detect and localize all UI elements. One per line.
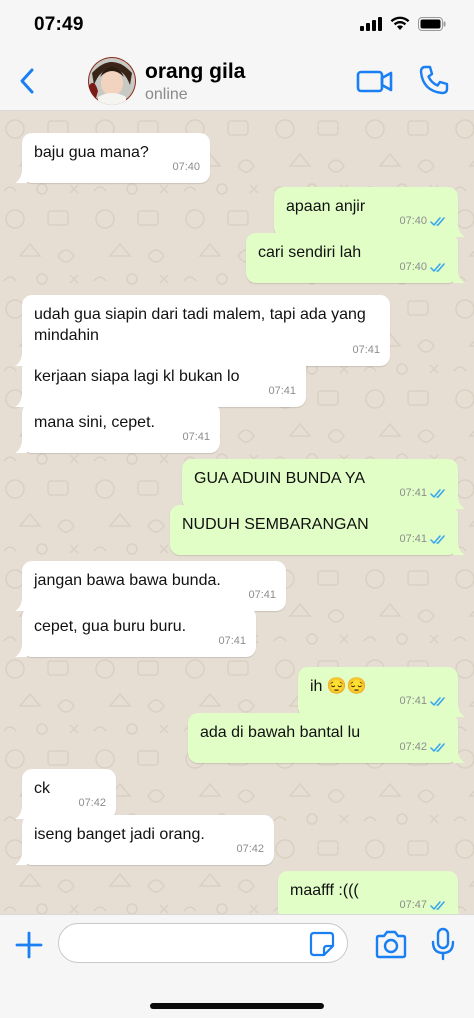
status-time: 07:49 bbox=[34, 14, 84, 35]
message-text: cari sendiri lah bbox=[258, 244, 362, 261]
bubble-tail bbox=[453, 541, 465, 555]
read-receipt-icon bbox=[430, 743, 445, 752]
phone-call-icon[interactable] bbox=[418, 64, 450, 96]
message-text: apaan anjir bbox=[286, 198, 366, 215]
message-text: iseng banget jadi orang. bbox=[34, 826, 205, 843]
message-text: jangan bawa bawa bunda. bbox=[34, 572, 221, 589]
microphone-icon[interactable] bbox=[430, 927, 456, 961]
message-time: 07:41 bbox=[268, 385, 296, 397]
message-time: 07:42 bbox=[399, 741, 427, 753]
message-time: 07:47 bbox=[399, 899, 427, 911]
bubble-tail bbox=[15, 169, 27, 183]
message-time: 07:41 bbox=[218, 635, 246, 647]
message-meta: 07:40 bbox=[172, 157, 200, 178]
read-receipt-icon bbox=[430, 697, 445, 706]
incoming-message-bubble[interactable]: jangan bawa bawa bunda. 07:41 bbox=[15, 561, 286, 611]
message-meta: 07:42 bbox=[236, 839, 264, 860]
read-receipt-icon bbox=[430, 535, 445, 544]
incoming-message-bubble[interactable]: iseng banget jadi orang. 07:42 bbox=[15, 815, 274, 865]
bubble-tail bbox=[453, 749, 465, 763]
message-text: GUA ADUIN BUNDA YA bbox=[194, 470, 366, 487]
plus-icon[interactable] bbox=[14, 930, 44, 960]
message-meta: 07:41 bbox=[218, 631, 246, 652]
read-receipt-icon bbox=[430, 263, 445, 272]
message-meta: 07:41 bbox=[399, 483, 448, 504]
chat-header: orang gila online bbox=[0, 52, 474, 111]
outgoing-message-bubble[interactable]: cari sendiri lah 07:40 bbox=[246, 233, 465, 283]
message-text: maafff :((( bbox=[290, 882, 359, 899]
bubble-tail bbox=[15, 851, 27, 865]
message-text: ih 😔😔 bbox=[310, 678, 367, 695]
incoming-message-bubble[interactable]: udah gua siapin dari tadi malem, tapi ad… bbox=[15, 295, 390, 366]
message-time: 07:40 bbox=[399, 261, 427, 273]
message-meta: 07:41 bbox=[268, 381, 296, 402]
message-meta: 07:41 bbox=[248, 585, 276, 606]
sticker-icon[interactable] bbox=[309, 931, 335, 957]
message-time: 07:41 bbox=[352, 344, 380, 356]
video-call-icon[interactable] bbox=[356, 66, 394, 96]
message-time: 07:40 bbox=[399, 215, 427, 227]
camera-icon[interactable] bbox=[374, 930, 408, 960]
cellular-signal-icon bbox=[360, 16, 382, 31]
incoming-message-bubble[interactable]: cepet, gua buru buru. 07:41 bbox=[15, 607, 256, 657]
message-time: 07:42 bbox=[236, 843, 264, 855]
read-receipt-icon bbox=[430, 217, 445, 226]
message-meta: 07:41 bbox=[399, 529, 448, 550]
message-meta: 07:40 bbox=[399, 257, 448, 278]
back-chevron-icon[interactable] bbox=[14, 66, 42, 96]
message-input[interactable] bbox=[58, 923, 348, 963]
message-meta: 07:41 bbox=[352, 340, 380, 361]
outgoing-message-bubble[interactable]: maafff :((( 07:47 bbox=[278, 871, 460, 914]
bubble-tail bbox=[15, 643, 27, 657]
message-meta: 07:41 bbox=[399, 691, 448, 712]
bubble-tail bbox=[15, 439, 27, 453]
outgoing-message-bubble[interactable]: GUA ADUIN BUNDA YA 07:41 bbox=[182, 459, 465, 509]
incoming-message-bubble[interactable]: baju gua mana? 07:40 bbox=[15, 133, 210, 183]
status-icons bbox=[360, 16, 446, 31]
outgoing-message-bubble[interactable]: apaan anjir 07:40 bbox=[274, 187, 465, 237]
contact-status: online bbox=[145, 86, 188, 103]
message-time: 07:41 bbox=[399, 533, 427, 545]
contact-avatar[interactable] bbox=[88, 57, 136, 105]
message-time: 07:42 bbox=[78, 797, 106, 809]
message-meta: 07:47 bbox=[399, 895, 448, 914]
message-meta: 07:42 bbox=[78, 793, 106, 814]
message-time: 07:41 bbox=[182, 431, 210, 443]
message-text: baju gua mana? bbox=[34, 144, 149, 161]
outgoing-message-bubble[interactable]: ada di bawah bantal lu 07:42 bbox=[188, 713, 465, 763]
input-bar bbox=[0, 914, 474, 1018]
message-meta: 07:41 bbox=[182, 427, 210, 448]
message-time: 07:40 bbox=[172, 161, 200, 173]
message-text: udah gua siapin dari tadi malem, tapi ad… bbox=[34, 306, 366, 344]
wifi-icon bbox=[390, 16, 410, 30]
message-meta: 07:42 bbox=[399, 737, 448, 758]
message-time: 07:41 bbox=[248, 589, 276, 601]
home-indicator bbox=[150, 1003, 324, 1009]
contact-name[interactable]: orang gila bbox=[145, 60, 245, 84]
read-receipt-icon bbox=[430, 901, 445, 910]
incoming-message-bubble[interactable]: mana sini, cepet. 07:41 bbox=[15, 403, 220, 453]
message-time: 07:41 bbox=[399, 487, 427, 499]
battery-icon bbox=[418, 16, 446, 31]
read-receipt-icon bbox=[430, 489, 445, 498]
message-text: ck bbox=[34, 780, 50, 797]
message-text: kerjaan siapa lagi kl bukan lo bbox=[34, 368, 240, 385]
message-time: 07:41 bbox=[399, 695, 427, 707]
message-text: ada di bawah bantal lu bbox=[200, 724, 361, 741]
status-bar: 07:49 bbox=[0, 0, 474, 52]
message-text: mana sini, cepet. bbox=[34, 414, 155, 431]
message-meta: 07:40 bbox=[399, 211, 448, 232]
bubble-tail bbox=[453, 269, 465, 283]
outgoing-message-bubble[interactable]: NUDUH SEMBARANGAN 07:41 bbox=[170, 505, 465, 555]
chat-area[interactable]: baju gua mana? 07:40 apaan anjir 07:40 cari … bbox=[0, 111, 474, 914]
message-text: NUDUH SEMBARANGAN bbox=[182, 516, 369, 533]
message-text: cepet, gua buru buru. bbox=[34, 618, 187, 635]
incoming-message-bubble[interactable]: kerjaan siapa lagi kl bukan lo 07:41 bbox=[15, 357, 306, 407]
incoming-message-bubble[interactable]: ck 07:42 bbox=[15, 769, 116, 819]
outgoing-message-bubble[interactable]: ih 😔😔 07:41 bbox=[298, 667, 465, 717]
bubble-tail bbox=[453, 907, 460, 914]
